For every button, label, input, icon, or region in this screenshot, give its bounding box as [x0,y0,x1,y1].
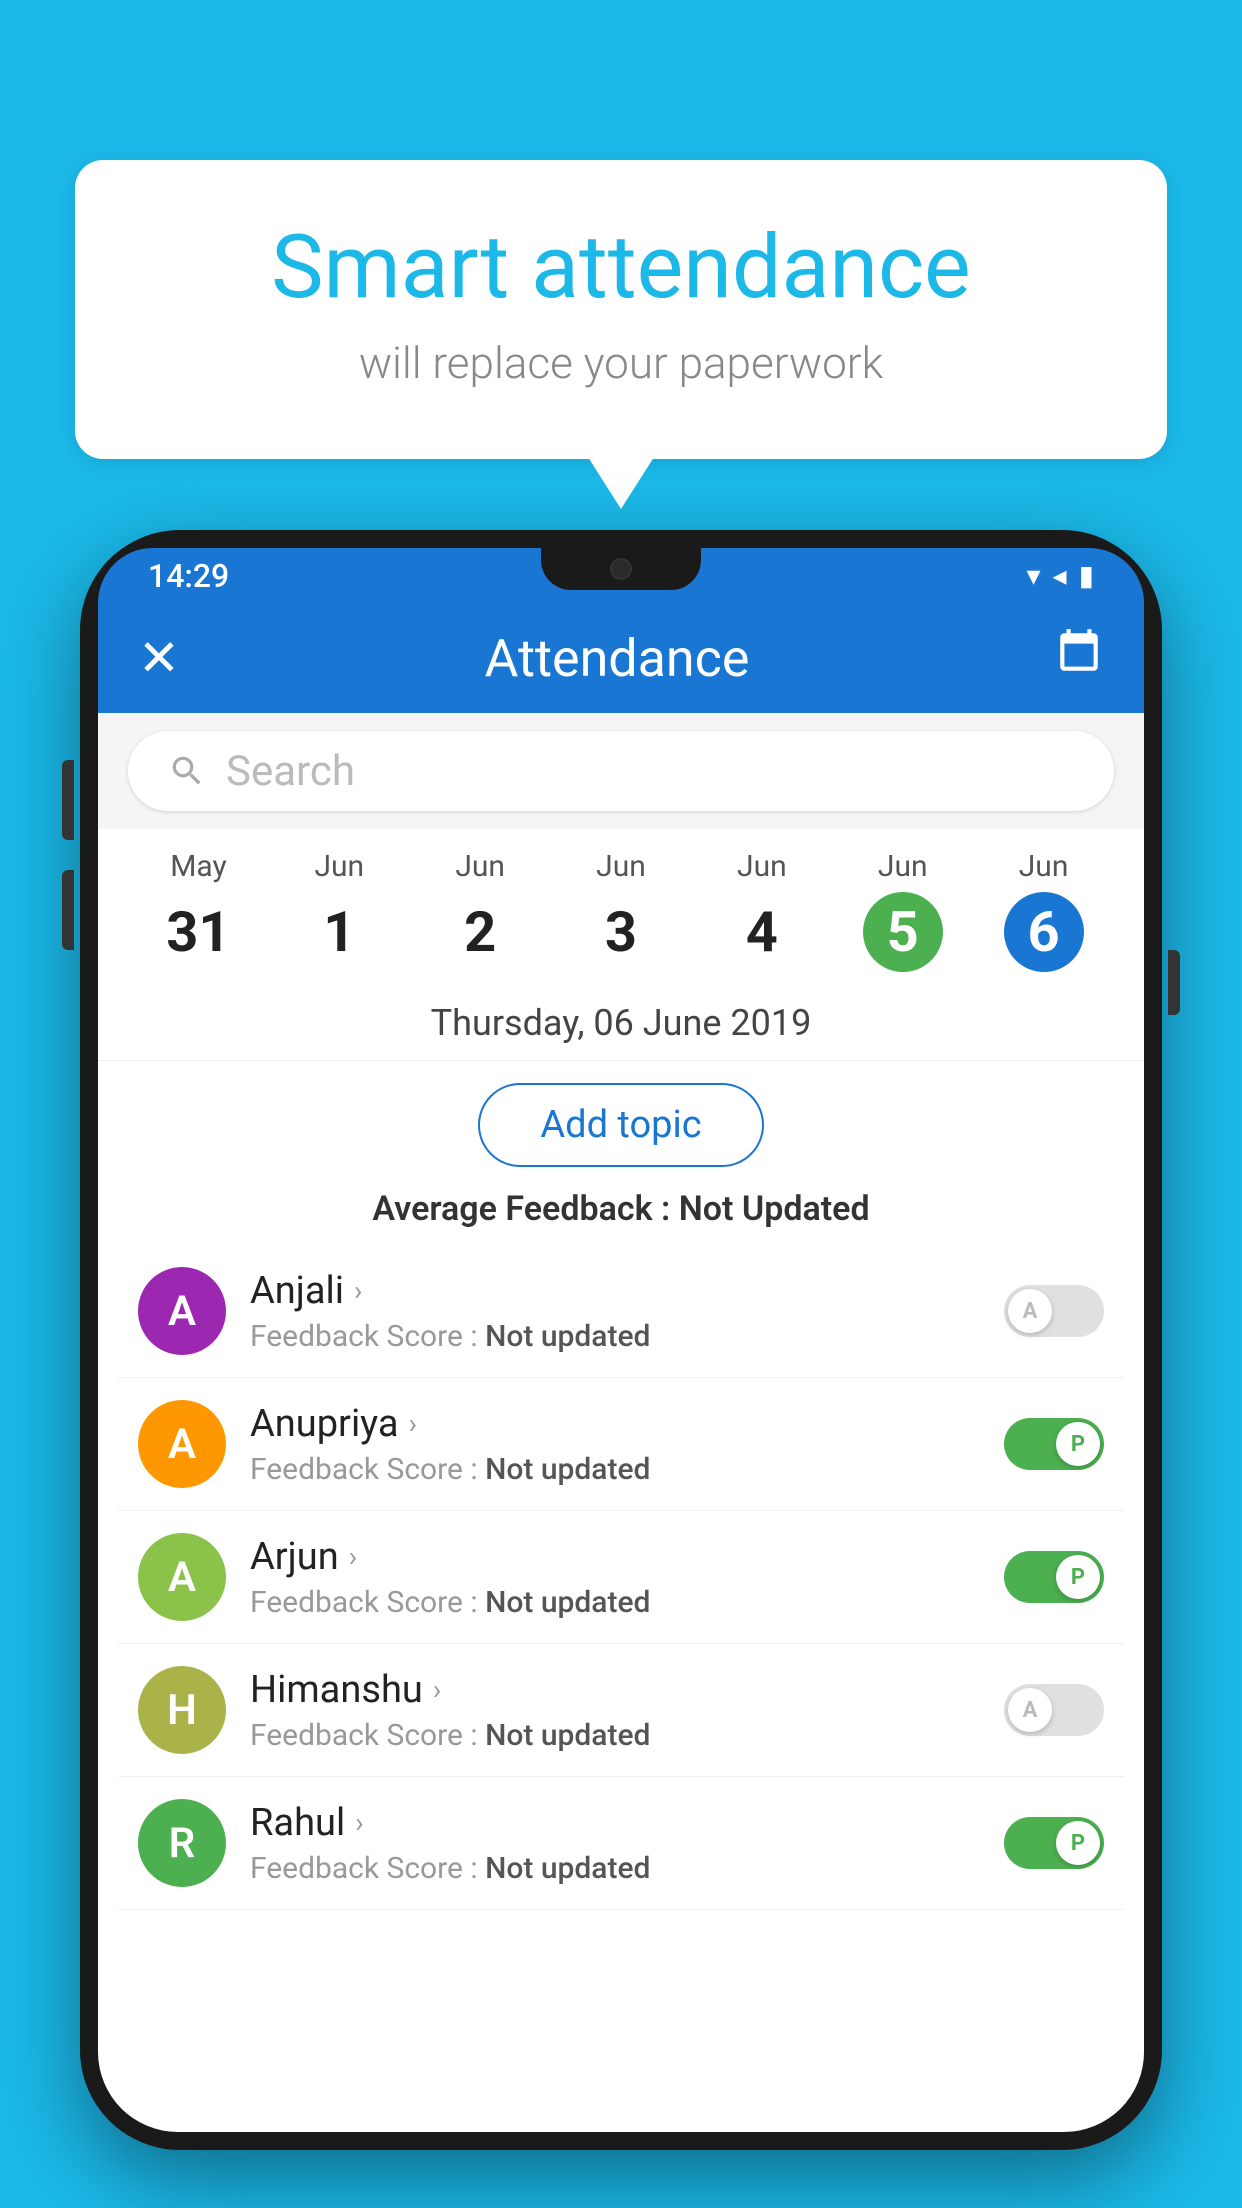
student-item-2[interactable]: A Arjun › Feedback Score : Not updated P [118,1511,1124,1644]
student-avatar: H [138,1666,226,1754]
toggle-knob: A [1008,1688,1052,1732]
student-item-0[interactable]: A Anjali › Feedback Score : Not updated A [118,1245,1124,1378]
status-time: 14:29 [148,557,229,595]
student-avatar: A [138,1533,226,1621]
chevron-icon: › [355,1806,363,1839]
chevron-icon: › [349,1540,357,1573]
student-info: Himanshu › Feedback Score : Not updated [250,1668,980,1753]
phone-container: 14:29 ▾ ◂ ▮ ✕ Attendance [80,530,1162,2208]
date-month: Jun [973,849,1114,884]
close-button[interactable]: ✕ [138,629,180,688]
date-item-3[interactable]: Jun 3 [551,849,692,972]
bubble-subtitle: will replace your paperwork [155,337,1087,389]
selected-date: Thursday, 06 June 2019 [98,982,1144,1061]
chevron-icon: › [409,1407,417,1440]
date-item-4[interactable]: Jun 4 [691,849,832,972]
student-name: Rahul › [250,1801,980,1845]
student-name: Himanshu › [250,1668,980,1712]
calendar-button[interactable] [1054,627,1104,690]
app-bar-title: Attendance [180,628,1054,689]
speech-bubble: Smart attendance will replace your paper… [75,160,1167,459]
feedback-avg-value: Not Updated [679,1189,870,1229]
date-month: May [128,849,269,884]
volume-up-button[interactable] [62,760,74,840]
attendance-toggle[interactable]: P [1004,1418,1104,1470]
student-avatar: A [138,1267,226,1355]
student-list: AAnjali ›Feedback Score : Not updatedAAA… [98,1245,1144,1910]
date-item-2[interactable]: Jun 2 [410,849,551,972]
search-bar[interactable]: Search [128,731,1114,811]
student-item-4[interactable]: R Rahul › Feedback Score : Not updated P [118,1777,1124,1910]
app-screen: ✕ Attendance Search May31J [98,603,1144,2132]
attendance-toggle[interactable]: P [1004,1551,1104,1603]
attendance-toggle[interactable]: P [1004,1817,1104,1869]
volume-down-button[interactable] [62,870,74,950]
date-day: 1 [299,892,379,972]
date-day: 31 [158,892,238,972]
feedback-avg: Average Feedback : Not Updated [98,1189,1144,1245]
date-month: Jun [410,849,551,884]
toggle-knob: A [1008,1289,1052,1333]
date-day: 2 [440,892,520,972]
add-topic-container: Add topic [98,1061,1144,1189]
toggle-knob: P [1056,1422,1100,1466]
date-month: Jun [832,849,973,884]
student-info: Rahul › Feedback Score : Not updated [250,1801,980,1886]
phone-camera [610,558,632,580]
chevron-icon: › [433,1673,441,1706]
app-bar: ✕ Attendance [98,603,1144,713]
date-day: 6 [1004,892,1084,972]
feedback-avg-label: Average Feedback : [372,1189,678,1229]
chevron-icon: › [354,1274,362,1307]
date-item-1[interactable]: Jun 1 [269,849,410,972]
date-strip: May 31 Jun 1 Jun 2 Jun 3 Jun 4 Jun 5 Jun 6 [98,829,1144,982]
student-name: Anupriya › [250,1402,980,1446]
student-info: Arjun › Feedback Score : Not updated [250,1535,980,1620]
student-feedback: Feedback Score : Not updated [250,1718,980,1753]
student-name: Arjun › [250,1535,980,1579]
search-container: Search [98,713,1144,829]
toggle-knob: P [1056,1821,1100,1865]
phone-notch [541,548,701,590]
date-day: 5 [863,892,943,972]
wifi-icon: ▾ [1026,559,1040,592]
bubble-title: Smart attendance [155,220,1087,317]
add-topic-button[interactable]: Add topic [478,1083,763,1167]
student-avatar: A [138,1400,226,1488]
student-feedback: Feedback Score : Not updated [250,1452,980,1487]
search-placeholder: Search [226,747,355,796]
date-month: Jun [551,849,692,884]
date-month: Jun [269,849,410,884]
student-info: Anjali › Feedback Score : Not updated [250,1269,980,1354]
date-day: 3 [581,892,661,972]
attendance-toggle[interactable]: A [1004,1285,1104,1337]
signal-icon: ◂ [1053,559,1067,592]
toggle-knob: P [1056,1555,1100,1599]
student-name: Anjali › [250,1269,980,1313]
student-feedback: Feedback Score : Not updated [250,1585,980,1620]
student-item-3[interactable]: H Himanshu › Feedback Score : Not updated A [118,1644,1124,1777]
phone-frame: 14:29 ▾ ◂ ▮ ✕ Attendance [80,530,1162,2150]
date-item-6[interactable]: Jun 6 [973,849,1114,972]
power-button[interactable] [1168,950,1180,1015]
search-icon [168,752,206,790]
student-feedback: Feedback Score : Not updated [250,1319,980,1354]
status-icons: ▾ ◂ ▮ [1026,559,1094,592]
date-day: 4 [722,892,802,972]
student-info: Anupriya › Feedback Score : Not updated [250,1402,980,1487]
date-month: Jun [691,849,832,884]
attendance-toggle[interactable]: A [1004,1684,1104,1736]
student-avatar: R [138,1799,226,1887]
student-item-1[interactable]: A Anupriya › Feedback Score : Not updated P [118,1378,1124,1511]
date-item-0[interactable]: May 31 [128,849,269,972]
student-feedback: Feedback Score : Not updated [250,1851,980,1886]
battery-icon: ▮ [1079,559,1094,592]
date-item-5[interactable]: Jun 5 [832,849,973,972]
